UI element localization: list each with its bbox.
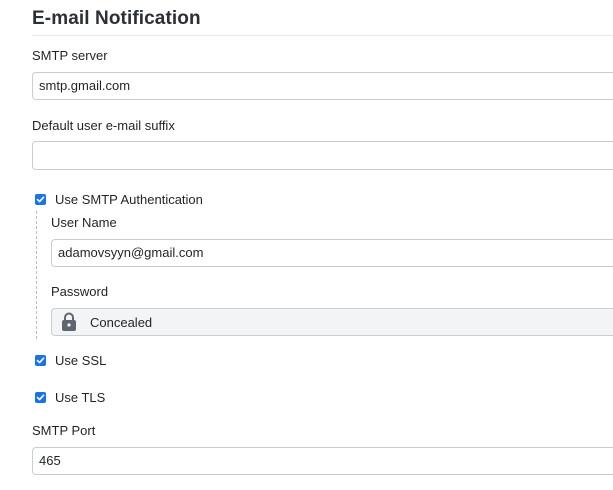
section-divider [32,35,613,36]
username-label: User Name [51,215,117,230]
smtp-auth-label: Use SMTP Authentication [55,191,203,207]
username-input[interactable]: adamovsyyn@gmail.com [51,239,613,267]
nested-section-guide [36,211,37,339]
checkmark-icon [36,195,45,202]
smtp-auth-checkbox[interactable] [35,193,46,205]
use-tls-label: Use TLS [55,389,106,405]
lock-icon [60,311,78,333]
use-tls-checkbox[interactable] [35,391,46,403]
smtp-server-input[interactable]: smtp.gmail.com [32,72,613,100]
smtp-auth-checkbox-row[interactable]: Use SMTP Authentication [35,191,203,207]
default-suffix-label: Default user e-mail suffix [32,118,175,133]
email-notification-panel: E-mail Notification SMTP server smtp.gma… [0,0,613,490]
use-ssl-checkbox[interactable] [35,354,46,366]
password-concealed-field[interactable]: Concealed [51,308,613,336]
password-concealed-text: Concealed [90,314,153,330]
smtp-server-label: SMTP server [32,48,108,63]
smtp-port-input[interactable]: 465 [32,447,613,475]
checkmark-icon [36,393,45,400]
password-label: Password [51,284,109,299]
checkmark-icon [36,356,45,363]
use-tls-checkbox-row[interactable]: Use TLS [35,389,105,405]
use-ssl-label: Use SSL [55,352,107,368]
default-suffix-input[interactable] [32,141,613,170]
smtp-port-label: SMTP Port [32,423,96,438]
section-title: E-mail Notification [32,8,201,29]
use-ssl-checkbox-row[interactable]: Use SSL [35,352,106,368]
